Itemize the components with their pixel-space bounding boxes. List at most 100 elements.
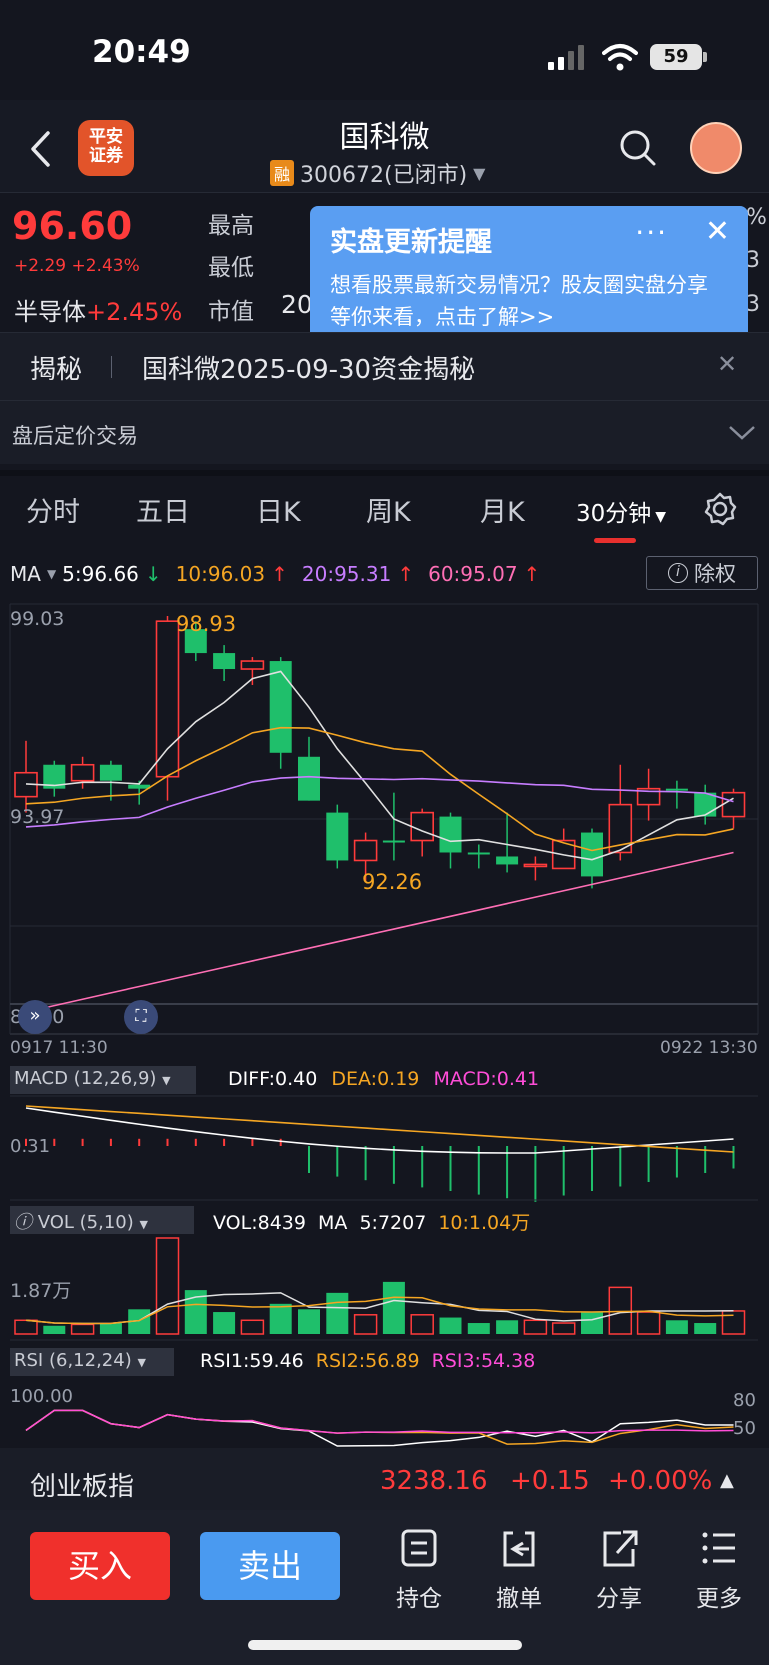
y-axis-mid: 93.97 [10, 806, 65, 828]
candle-body [439, 816, 462, 853]
rong-badge: 融 [270, 160, 295, 186]
volume-bar [551, 1322, 576, 1335]
volume-bar [721, 1310, 746, 1335]
vol-ma-label: MA [318, 1212, 348, 1234]
popup-title: 实盘更新提醒 [330, 227, 492, 258]
dea-line [25, 1105, 734, 1153]
sector-name: 半导体 [14, 298, 86, 326]
volume-bar [14, 1319, 38, 1335]
rsi-axis-right-80: 80 [733, 1390, 756, 1411]
candle-body [128, 784, 151, 789]
popup-body[interactable]: 想看股票最新交易情况？股友圈实盘分享等你来看，点击了解>> [330, 269, 728, 333]
sector-row[interactable]: 半导体+2.45% [14, 292, 182, 327]
candle-body [467, 852, 490, 855]
kline-chart[interactable] [0, 548, 769, 1448]
volume-bar [70, 1323, 95, 1335]
volume-bar [298, 1309, 320, 1334]
exright-label: 除权 [694, 562, 736, 586]
candle-body [496, 856, 519, 865]
fast-forward-icon[interactable]: » [18, 1000, 52, 1034]
cancel-order-icon [503, 1531, 535, 1567]
tab-monthly-k[interactable]: 月K [480, 490, 525, 529]
cancel-order-button[interactable]: 撤单 [474, 1527, 564, 1613]
avatar[interactable] [690, 122, 742, 174]
fullscreen-icon[interactable]: ⛶ [124, 1000, 158, 1034]
caret-down-icon: ▼ [162, 1074, 171, 1087]
positions-button[interactable]: 持仓 [374, 1527, 464, 1613]
vol-ma5: 5:7207 [359, 1212, 427, 1234]
live-update-popup[interactable]: 实盘更新提醒 想看股票最新交易情况？股友圈实盘分享等你来看，点击了解>> ···… [310, 206, 748, 348]
volume-bar [467, 1323, 490, 1334]
tab-five-day[interactable]: 五日 [136, 490, 190, 529]
ma10-value: 10:96.03 [175, 562, 266, 586]
tab-30min[interactable]: 30分钟 ▼ [576, 494, 666, 528]
search-icon[interactable] [618, 128, 658, 168]
caret-down-icon: ▼ [655, 509, 667, 525]
tab-weekly-k[interactable]: 周K [366, 490, 411, 529]
caret-down-icon: ▼ [137, 1356, 146, 1369]
volume-bar [269, 1303, 292, 1334]
ma5-value: 5:96.66 [62, 562, 139, 586]
settings-gear-icon[interactable] [702, 491, 738, 527]
ma60-value: 60:95.07 [428, 562, 518, 586]
candle-body [581, 832, 603, 877]
x-axis-end: 0922 13:30 [660, 1038, 758, 1058]
buy-button[interactable]: 买入 [30, 1532, 170, 1600]
vol-selector[interactable]: ⓘ VOL (5,10) ▼ [10, 1206, 194, 1234]
index-pct: +0.00% [608, 1466, 713, 1496]
reveal-divider [111, 356, 112, 378]
caret-down-icon: ▼ [46, 567, 57, 581]
popup-close-icon[interactable]: ✕ [705, 214, 730, 249]
right-edge-value-2: 3 [746, 248, 760, 273]
tab-active-indicator [594, 538, 636, 543]
candle-body [70, 763, 95, 782]
battery-icon: 59 [650, 44, 702, 70]
status-time: 20:49 [92, 34, 191, 70]
macd-label: MACD (12,26,9) [14, 1068, 157, 1089]
candle-body [665, 788, 688, 791]
index-change: +0.15 [510, 1466, 590, 1496]
vol-axis: 1.87万 [10, 1280, 72, 1302]
label-high: 最高 [208, 213, 254, 239]
exright-button[interactable]: i 除权 [646, 556, 758, 590]
candle-body [213, 653, 236, 670]
ma20-value: 20:95.31 [301, 562, 392, 586]
candle-body [240, 660, 265, 670]
info-icon: i [668, 563, 688, 583]
reveal-text[interactable]: 国科微2025-09-30资金揭秘 [142, 349, 475, 386]
volume-bar [155, 1237, 180, 1335]
positions-label: 持仓 [396, 1586, 442, 1612]
volume-bar [326, 1292, 349, 1334]
tab-daily-k[interactable]: 日K [256, 490, 301, 529]
chevron-down-icon[interactable] [728, 424, 756, 442]
ma-legend[interactable]: MA ▼ 5:96.66 ↓ 10:96.03 ↑ 20:95.31 ↑ 60:95.… [10, 562, 540, 586]
sell-button[interactable]: 卖出 [200, 1532, 340, 1600]
diff-line [25, 1107, 734, 1154]
candle-body [410, 811, 435, 842]
current-price: 96.60 [12, 204, 133, 248]
index-value: 3238.16 [380, 1466, 488, 1496]
volume-bar [410, 1314, 434, 1335]
stock-code-status: 300672(已闭市) [300, 163, 468, 188]
stock-code-row[interactable]: 融 300672(已闭市) ▼ [270, 157, 485, 189]
caret-up-icon[interactable]: ▲ [720, 1470, 734, 1491]
x-axis-start: 0917 11:30 [10, 1038, 108, 1058]
arrow-up-icon: ↑ [397, 562, 415, 586]
info-icon: ⓘ [14, 1212, 32, 1233]
caret-down-icon: ▼ [139, 1218, 148, 1231]
battery-tip [703, 52, 707, 62]
more-button[interactable]: 更多 [674, 1527, 764, 1613]
price-change: +2.29 +2.43% [14, 256, 140, 276]
candle-body [353, 839, 378, 862]
low-price-label: 92.26 [362, 870, 423, 894]
macd-selector[interactable]: MACD (12,26,9) ▼ [10, 1066, 196, 1094]
candle-body [721, 791, 746, 818]
sector-change: +2.45% [86, 298, 183, 326]
rsi-selector[interactable]: RSI (6,12,24) ▼ [10, 1348, 174, 1376]
share-button[interactable]: 分享 [574, 1527, 664, 1613]
candle-body [326, 812, 349, 861]
tab-intraday[interactable]: 分时 [26, 490, 80, 529]
rsi-values: RSI1:59.46 RSI2:56.89 RSI3:54.38 [200, 1350, 535, 1372]
reveal-close-icon[interactable]: ✕ [717, 350, 737, 378]
more-dots-icon[interactable]: ··· [635, 216, 668, 249]
